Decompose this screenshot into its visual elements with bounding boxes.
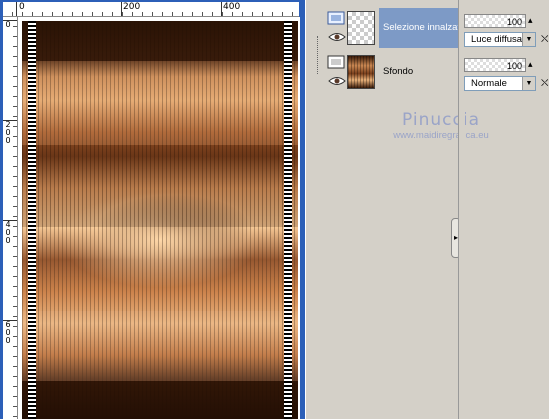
horizontal-ruler: 0 200 400	[3, 2, 299, 17]
canvas-image[interactable]	[22, 21, 298, 419]
layer-props-selezione: 100 ▴ Luce diffusa ▼ ⛌	[464, 14, 549, 54]
layer-thumbnail	[347, 11, 375, 45]
canvas-window[interactable]: 0 200 400 0 2 0 0 4 0 0 6 0 0	[0, 0, 305, 419]
ruler-label: 200	[123, 2, 141, 12]
layer-properties: 100 ▴ Luce diffusa ▼ ⛌ 100 ▴ Normale ▼ ⛌	[464, 8, 549, 419]
eye-icon[interactable]	[328, 76, 346, 86]
layer-row-sfondo[interactable]: Sfondo	[313, 52, 460, 92]
ruler-label: 6 0 0	[5, 320, 11, 345]
layer-props-sfondo: 100 ▴ Normale ▼ ⛌	[464, 58, 549, 98]
lock-icon[interactable]: ⛌	[541, 78, 548, 89]
opacity-up-icon[interactable]: ▴	[528, 59, 533, 70]
eye-icon[interactable]	[328, 32, 346, 42]
ruler-label: 0	[5, 20, 11, 29]
canvas-area[interactable]	[18, 17, 300, 419]
selection-border-left	[28, 21, 36, 419]
ruler-label: 0	[19, 2, 25, 12]
blend-mode-select[interactable]: Normale ▼	[464, 76, 536, 91]
opacity-up-icon[interactable]: ▴	[528, 15, 533, 26]
selection-border-right	[284, 21, 292, 419]
layer-name: Sfondo	[383, 66, 414, 77]
dropdown-arrow-icon[interactable]: ▼	[522, 77, 535, 90]
layer-thumbnail	[347, 55, 375, 89]
opacity-field[interactable]: 100	[464, 14, 526, 28]
vertical-ruler: 0 2 0 0 4 0 0 6 0 0	[3, 17, 18, 419]
layer-row-selezione[interactable]: Selezione innalzata	[313, 8, 460, 74]
raster-layer-icon	[327, 11, 345, 25]
layers-toolbar	[306, 0, 549, 8]
blend-mode-select[interactable]: Luce diffusa ▼	[464, 32, 536, 47]
lock-icon[interactable]: ⛌	[541, 34, 548, 45]
blend-mode-value: Normale	[471, 78, 507, 89]
blend-mode-value: Luce diffusa	[471, 34, 523, 45]
layer-name: Selezione innalzata	[383, 22, 460, 33]
ruler-label: 4 0 0	[5, 220, 11, 245]
ruler-label: 400	[223, 2, 241, 12]
layer-list: Selezione innalzata Sfondo	[313, 8, 460, 419]
opacity-field[interactable]: 100	[464, 58, 526, 72]
raster-layer-icon	[327, 55, 345, 69]
dropdown-arrow-icon[interactable]: ▼	[522, 33, 535, 46]
ruler-label: 2 0 0	[5, 120, 11, 145]
